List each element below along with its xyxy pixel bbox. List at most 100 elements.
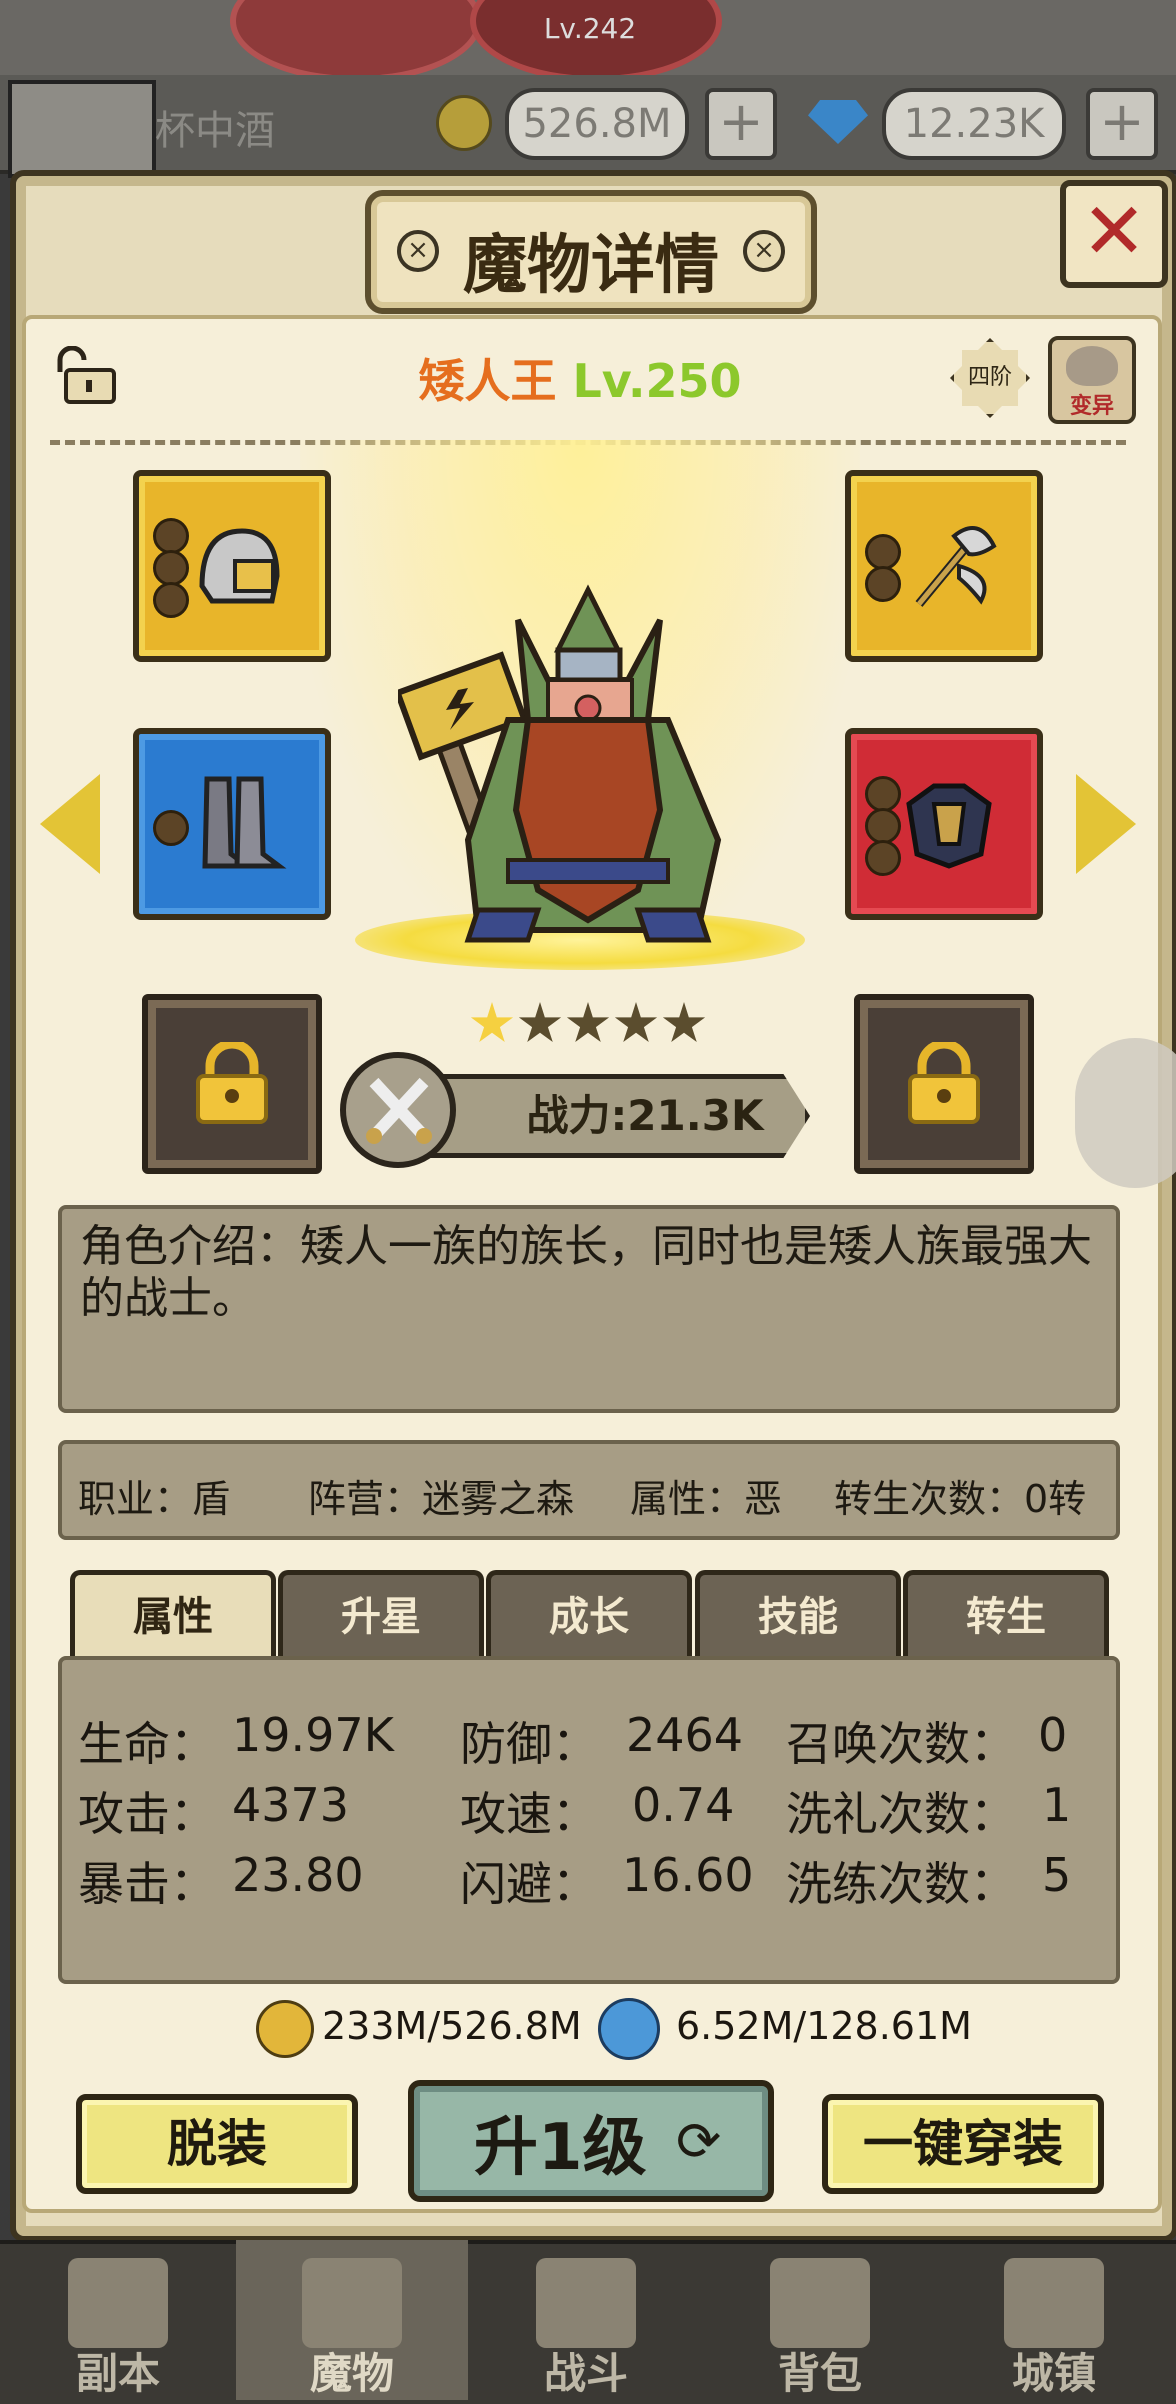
equip-slot-boots[interactable] [133, 728, 331, 920]
soul-orb-icon [598, 1998, 660, 2060]
star-empty-icon [518, 1002, 562, 1043]
attribute-label: 属性：恶 [630, 1477, 783, 1521]
skull-icon [1066, 346, 1118, 386]
castle-icon [1004, 2258, 1104, 2348]
monster-name-level: 矮人王 Lv.250 [330, 345, 830, 411]
dodge-value: 16.60 [622, 1848, 754, 1902]
gold-coin-icon [436, 95, 492, 151]
monster-level: Lv.250 [572, 354, 742, 408]
crit-label: 暴击： [78, 1857, 216, 1911]
avatar[interactable] [8, 80, 156, 178]
gem-socket [865, 808, 901, 844]
gem-socket [153, 810, 189, 846]
crit-value: 23.80 [232, 1848, 364, 1902]
job-label: 职业：盾 [78, 1477, 231, 1521]
gem-socket [153, 550, 189, 586]
boots-icon [202, 776, 287, 869]
defense-label: 防御： [460, 1717, 598, 1771]
unequip-button[interactable]: 脱装 [76, 2094, 358, 2194]
equip-slot-armor[interactable] [845, 728, 1043, 920]
nav-label: 背包 [777, 2349, 862, 2398]
defense-value: 2464 [626, 1708, 744, 1762]
attack-speed-label: 攻速： [460, 1787, 598, 1841]
locked-slot[interactable] [854, 994, 1034, 1174]
nav-label: 城镇 [1011, 2349, 1096, 2398]
chest-armor-icon [906, 783, 992, 869]
gem-socket [865, 840, 901, 876]
power-value: 战力:21.3K [526, 1091, 764, 1140]
gem-socket [865, 776, 901, 812]
gem-amount: 12.23K [882, 88, 1066, 160]
star-rating [470, 1002, 710, 1052]
star-empty-icon [614, 1002, 658, 1043]
tab-attributes[interactable]: 属性 [70, 1570, 276, 1659]
nav-battle[interactable]: 战斗 [470, 2240, 702, 2400]
summon-label: 召唤次数： [786, 1717, 1016, 1771]
equip-all-button[interactable]: 一键穿装 [822, 2094, 1104, 2194]
tab-rebirth[interactable]: 转生 [903, 1570, 1109, 1659]
baptize-label: 洗礼次数： [786, 1787, 1016, 1841]
rebirth-label: 转生次数：0转 [834, 1477, 1087, 1521]
info-row: 职业：盾 阵营：迷雾之森 属性：恶 转生次数：0转 [58, 1440, 1120, 1540]
power-bar: 战力:21.3K [430, 1074, 810, 1158]
gem-socket [865, 534, 901, 570]
padlock-icon [908, 1042, 980, 1124]
refresh-icon: ⟳ [676, 2110, 722, 2173]
attack-speed-value: 0.74 [632, 1778, 735, 1832]
tab-skills[interactable]: 技能 [695, 1570, 901, 1659]
level-up-label: 升1级 [474, 2111, 647, 2185]
bolt-icon: × [743, 230, 785, 272]
equip-slot-helmet[interactable] [133, 470, 331, 662]
star-empty-icon [662, 1002, 706, 1043]
nav-monster[interactable]: 魔物 [236, 2240, 468, 2400]
description-text: 角色介绍：矮人一族的族长，同时也是矮人族最强大的战士。 [80, 1221, 1092, 1324]
unlock-icon[interactable] [52, 346, 122, 406]
tab-growth[interactable]: 成长 [486, 1570, 692, 1659]
title-banner: × 魔物详情 × [365, 190, 817, 314]
locked-slot[interactable] [142, 994, 322, 1174]
attack-value: 4373 [232, 1778, 350, 1832]
helmet-icon [199, 528, 280, 604]
gold-cost: 233M/526.8M [322, 2004, 582, 2048]
refine-label: 洗练次数： [786, 1857, 1016, 1911]
padlock-icon [196, 1042, 268, 1124]
add-gem-button[interactable]: + [1086, 88, 1158, 160]
top-status-bar: Lv.242 杯中酒 526.8M + 12.23K + [0, 0, 1176, 178]
gold-coin-icon [256, 2000, 314, 2058]
star-empty-icon [566, 1002, 610, 1043]
gem-socket [153, 518, 189, 554]
hp-value: 19.97K [232, 1708, 394, 1762]
baptize-value: 1 [1042, 1778, 1072, 1832]
tab-star-up[interactable]: 升星 [278, 1570, 484, 1659]
stats-panel: 生命： 19.97K 防御： 2464 召唤次数： 0 攻击： 4373 攻速：… [58, 1656, 1120, 1984]
nav-dungeon[interactable]: 副本 [2, 2240, 234, 2400]
player-name: 杯中酒 [155, 108, 275, 154]
camp-label: 阵营：迷雾之森 [308, 1477, 575, 1521]
monster-name: 矮人王 [418, 354, 557, 408]
tier-badge: 四阶 [950, 338, 1030, 418]
soul-cost: 6.52M/128.61M [676, 2004, 972, 2048]
helmet-icon [302, 2258, 402, 2348]
player-level: Lv.242 [543, 12, 637, 45]
star-filled-icon [470, 1002, 514, 1043]
gem-socket [153, 582, 189, 618]
level-up-button[interactable]: 升1级 ⟳ [408, 2080, 774, 2202]
refine-value: 5 [1042, 1848, 1072, 1902]
nav-backpack[interactable]: 背包 [704, 2240, 936, 2400]
gold-amount: 526.8M [505, 88, 689, 160]
equip-slot-weapon[interactable] [845, 470, 1043, 662]
hp-label: 生命： [78, 1717, 216, 1771]
swords-icon [536, 2258, 636, 2348]
add-gold-button[interactable]: + [705, 88, 777, 160]
dodge-label: 闪避： [460, 1857, 598, 1911]
nav-label: 魔物 [309, 2349, 394, 2398]
mutate-button[interactable]: 变异 [1048, 336, 1136, 424]
floating-assist-button[interactable] [1075, 1038, 1176, 1188]
summon-value: 0 [1038, 1708, 1068, 1762]
nav-town[interactable]: 城镇 [938, 2240, 1170, 2400]
nav-label: 战斗 [543, 2349, 628, 2398]
nav-label: 副本 [75, 2349, 160, 2398]
dwarf-king-portrait [398, 584, 722, 943]
crossed-swords-icon [340, 1052, 456, 1168]
close-button[interactable]: ✕ [1060, 180, 1168, 288]
